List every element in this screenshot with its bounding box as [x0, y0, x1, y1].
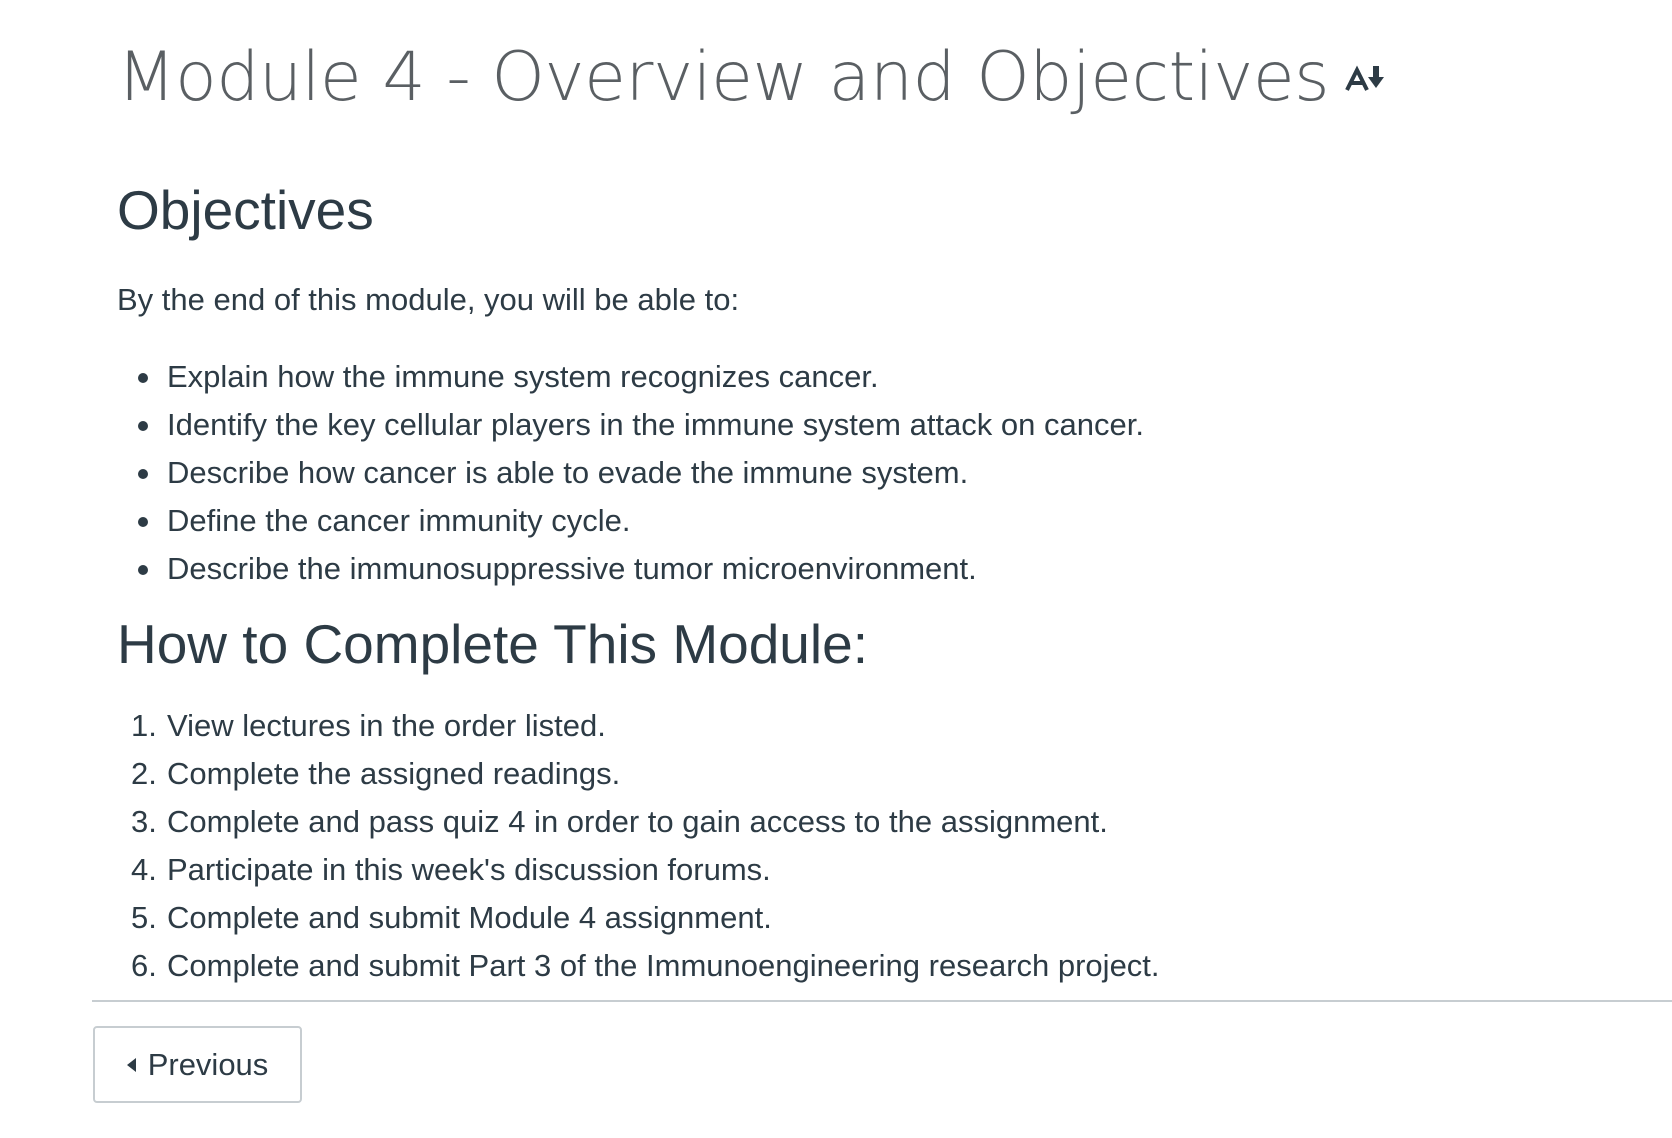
list-item: 2. Complete the assigned readings.: [117, 750, 1160, 798]
page-title: Module 4 - Overview and Objectives: [117, 38, 1330, 117]
list-item: 4. Participate in this week's discussion …: [117, 846, 1160, 894]
step-text: Complete and submit Module 4 assignment.: [167, 900, 772, 935]
step-number: 2.: [131, 756, 157, 791]
list-item: Explain how the immune system recognizes…: [117, 353, 1144, 401]
list-item: Identify the key cellular players in the…: [117, 401, 1144, 449]
objective-text: Define the cancer immunity cycle.: [167, 503, 631, 538]
bullet-icon: [138, 373, 148, 383]
page-title-row: Module 4 - Overview and Objectives: [117, 28, 1389, 128]
previous-button[interactable]: Previous: [93, 1026, 302, 1103]
step-text: Complete and pass quiz 4 in order to gai…: [167, 804, 1108, 839]
list-item: 1. View lectures in the order listed.: [117, 702, 1160, 750]
text-download-icon[interactable]: [1343, 62, 1389, 98]
bullet-icon: [138, 421, 148, 431]
objective-text: Describe the immunosuppressive tumor mic…: [167, 551, 977, 586]
step-number: 5.: [131, 900, 157, 935]
objective-text: Identify the key cellular players in the…: [167, 407, 1144, 442]
how-to-heading: How to Complete This Module:: [117, 613, 868, 675]
objectives-intro: By the end of this module, you will be a…: [117, 282, 740, 317]
steps-list: 1. View lectures in the order listed. 2. C…: [117, 702, 1160, 990]
step-number: 4.: [131, 852, 157, 887]
step-number: 1.: [131, 708, 157, 743]
list-item: Describe the immunosuppressive tumor mic…: [117, 545, 1144, 593]
previous-button-label: Previous: [147, 1046, 269, 1082]
bullet-icon: [138, 565, 148, 575]
footer-divider: [92, 1000, 1672, 1002]
step-text: Complete and submit Part 3 of the Immuno…: [167, 948, 1160, 983]
step-number: 6.: [131, 948, 157, 983]
objective-text: Explain how the immune system recognizes…: [167, 359, 879, 394]
step-text: View lectures in the order listed.: [167, 708, 606, 743]
step-text: Complete the assigned readings.: [167, 756, 621, 791]
caret-left-icon: [126, 1057, 136, 1072]
list-item: 3. Complete and pass quiz 4 in order to g…: [117, 798, 1160, 846]
bullet-icon: [138, 469, 148, 479]
objectives-heading: Objectives: [117, 179, 374, 241]
list-item: Define the cancer immunity cycle.: [117, 497, 1144, 545]
step-number: 3.: [131, 804, 157, 839]
bullet-icon: [138, 517, 148, 527]
step-text: Participate in this week's discussion fo…: [167, 852, 771, 887]
objectives-list: Explain how the immune system recognizes…: [117, 353, 1144, 593]
list-item: 6. Complete and submit Part 3 of the Immu…: [117, 942, 1160, 990]
objective-text: Describe how cancer is able to evade the…: [167, 455, 969, 490]
list-item: Describe how cancer is able to evade the…: [117, 449, 1144, 497]
list-item: 5. Complete and submit Module 4 assignmen…: [117, 894, 1160, 942]
